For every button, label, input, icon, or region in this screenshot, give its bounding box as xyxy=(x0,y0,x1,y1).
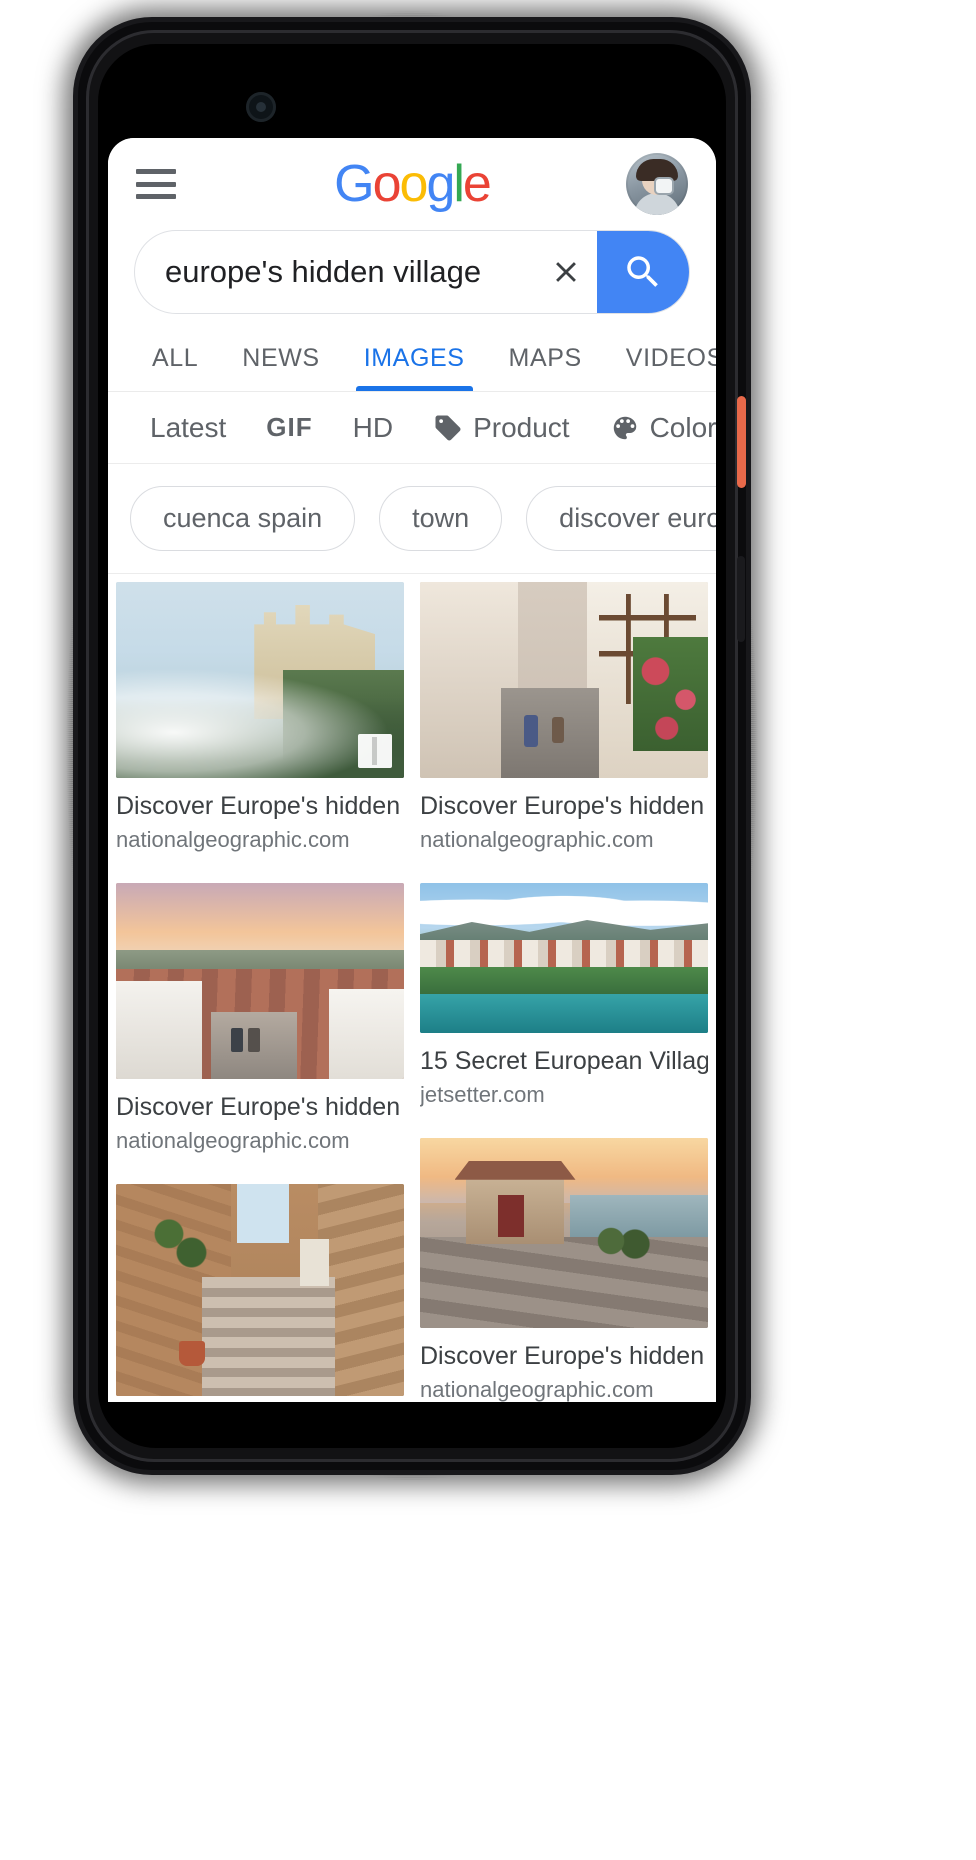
image-result-card[interactable]: Discover Europe's hidden villa… national… xyxy=(420,1138,708,1402)
search-bar[interactable]: europe's hidden village xyxy=(134,230,690,314)
search-submit-button[interactable] xyxy=(597,231,689,313)
filter-hd-label: HD xyxy=(352,411,394,443)
thumbnail-image xyxy=(420,1138,708,1328)
result-thumbnail[interactable] xyxy=(116,582,404,778)
thumb-detail xyxy=(581,1221,657,1260)
filter-color-label: Color xyxy=(649,411,716,443)
thumb-detail xyxy=(633,636,708,751)
chip-town[interactable]: town xyxy=(379,486,503,551)
filter-hd[interactable]: HD xyxy=(333,412,413,444)
result-thumbnail[interactable] xyxy=(420,1138,708,1328)
logo-letter-4: l xyxy=(453,155,464,213)
result-title: Discover Europe's hidden villa… xyxy=(420,792,708,820)
filter-latest[interactable]: Latest xyxy=(130,412,246,444)
avatar-hair xyxy=(636,159,678,181)
thumbnail-image xyxy=(420,582,708,778)
tab-news[interactable]: NEWS xyxy=(220,344,341,391)
thumb-detail xyxy=(552,717,564,743)
thumb-detail xyxy=(116,981,203,1079)
thumb-detail xyxy=(420,994,708,1033)
image-filters-row: Latest GIF HD Product Color xyxy=(108,392,716,464)
thumbnail-image xyxy=(116,883,404,1079)
avatar-cup xyxy=(656,179,672,193)
screenshot-scene: Google europe's hidden village ALL NEWS … xyxy=(0,0,976,1860)
avatar[interactable] xyxy=(626,153,688,215)
result-thumbnail[interactable] xyxy=(420,582,708,778)
thumb-detail xyxy=(454,1160,576,1180)
result-title: Discover Europe's hidden villa… xyxy=(116,1093,404,1121)
result-source: nationalgeographic.com xyxy=(420,1377,654,1402)
search-icon xyxy=(627,256,658,287)
thumb-detail xyxy=(329,988,404,1079)
thumb-detail xyxy=(202,1277,335,1396)
result-source: jetsetter.com xyxy=(420,1082,545,1107)
image-result-card[interactable]: Discover Europe's hidden villa… national… xyxy=(116,582,404,853)
app-header: Google xyxy=(108,138,716,230)
result-source: nationalgeographic.com xyxy=(420,827,654,852)
clear-search-button[interactable] xyxy=(535,255,597,289)
result-thumbnail[interactable] xyxy=(116,1184,404,1396)
google-logo: Google xyxy=(108,154,716,214)
result-title: Discover Europe's hidden villa… xyxy=(116,792,404,820)
result-title: Discover Europe's hidden villa… xyxy=(420,1342,708,1370)
thumb-detail xyxy=(179,1340,206,1367)
search-input[interactable]: europe's hidden village xyxy=(135,254,535,290)
result-thumbnail[interactable] xyxy=(420,883,708,1033)
filter-color[interactable]: Color xyxy=(590,412,716,444)
gif-badge-icon xyxy=(358,734,392,768)
power-button[interactable] xyxy=(737,396,746,488)
logo-letter-3: g xyxy=(426,155,455,213)
logo-letter-0: G xyxy=(334,155,374,213)
search-vertical-tabs: ALL NEWS IMAGES MAPS VIDEOS S xyxy=(108,320,716,392)
thumb-detail xyxy=(300,1239,330,1286)
results-column-left: Discover Europe's hidden villa… national… xyxy=(108,582,412,1402)
result-thumbnail[interactable] xyxy=(116,883,404,1079)
filter-gif-label: GIF xyxy=(266,412,313,442)
thumb-detail xyxy=(248,1028,260,1052)
palette-icon xyxy=(613,416,636,439)
tab-maps[interactable]: MAPS xyxy=(487,344,604,391)
thumb-detail xyxy=(420,1236,708,1328)
image-result-card[interactable]: 15 Secret European Villages … jetsetter.… xyxy=(420,883,708,1108)
thumb-detail xyxy=(420,889,708,928)
tag-icon xyxy=(435,415,461,440)
thumb-detail xyxy=(236,1184,289,1244)
result-source: nationalgeographic.com xyxy=(116,1128,350,1153)
filter-product[interactable]: Product xyxy=(413,412,590,444)
tab-images[interactable]: IMAGES xyxy=(342,344,487,391)
logo-letter-2: o xyxy=(399,155,429,213)
image-result-card[interactable]: Lesser-Known Destinations i… nationalgeo… xyxy=(116,1184,404,1402)
chip-cuenca-spain[interactable]: cuenca spain xyxy=(130,486,356,551)
image-results-grid: Discover Europe's hidden villa… national… xyxy=(108,574,716,1402)
image-result-card[interactable]: Discover Europe's hidden villa… national… xyxy=(116,883,404,1154)
logo-letter-1: o xyxy=(372,155,402,213)
chip-discover-europe[interactable]: discover europe xyxy=(526,486,716,551)
filter-gif[interactable]: GIF xyxy=(246,412,332,443)
avatar-body xyxy=(634,193,680,215)
thumbnail-image xyxy=(116,1184,404,1396)
thumbnail-image xyxy=(420,883,708,1033)
tab-videos[interactable]: VIDEOS xyxy=(604,344,716,391)
logo-letter-5: e xyxy=(462,155,492,213)
thumb-detail xyxy=(231,1028,243,1052)
tab-all[interactable]: ALL xyxy=(130,344,220,391)
search-bar-container: europe's hidden village xyxy=(108,230,716,320)
filter-product-label: Product xyxy=(473,411,570,443)
result-title: 15 Secret European Villages … xyxy=(420,1047,708,1075)
volume-button[interactable] xyxy=(737,556,745,642)
thumb-detail xyxy=(139,1205,214,1278)
image-result-card[interactable]: Discover Europe's hidden villa… national… xyxy=(420,582,708,853)
filter-latest-label: Latest xyxy=(150,411,227,443)
related-searches-chips: cuenca spain town discover europe xyxy=(108,464,716,574)
thumb-detail xyxy=(523,715,539,747)
hamburger-menu-icon[interactable] xyxy=(136,169,176,199)
result-source: nationalgeographic.com xyxy=(116,827,350,852)
phone-screen: Google europe's hidden village ALL NEWS … xyxy=(108,138,716,1402)
thumb-detail xyxy=(497,1195,524,1237)
front-camera-icon xyxy=(246,92,276,122)
results-column-right: Discover Europe's hidden villa… national… xyxy=(412,582,716,1402)
thumb-detail xyxy=(500,687,599,778)
close-icon xyxy=(556,262,576,282)
